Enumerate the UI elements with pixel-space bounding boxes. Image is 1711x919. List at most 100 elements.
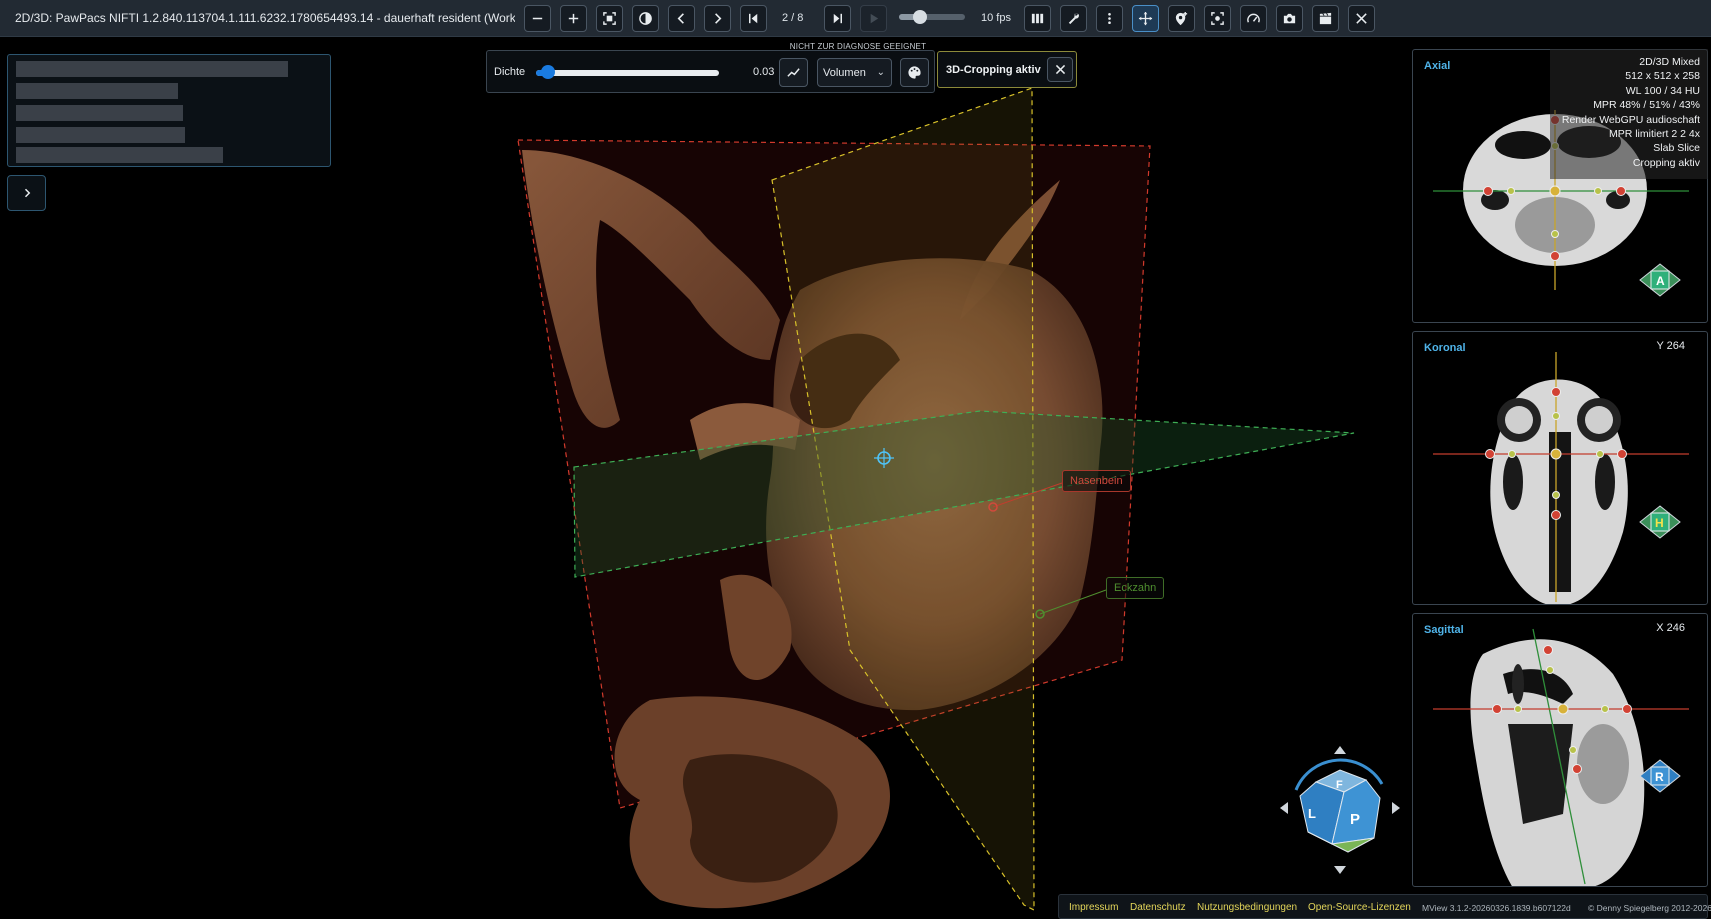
density-label: Dichte — [494, 66, 526, 78]
info-mode: 2D/3D Mixed — [1639, 56, 1700, 68]
color-palette-button[interactable] — [900, 58, 929, 87]
layout-button[interactable] — [1024, 5, 1051, 32]
fit-screen-icon — [603, 12, 616, 25]
annotate-button[interactable] — [1168, 5, 1195, 32]
sagittal-slice-image[interactable]: R — [1413, 614, 1708, 887]
lizenzen-link[interactable]: Open-Source-Lizenzen — [1308, 902, 1411, 913]
skip-start-icon — [749, 13, 758, 24]
coronal-marker-label: H — [1655, 516, 1664, 530]
chevron-right-icon — [715, 13, 722, 24]
pan-button[interactable] — [1132, 5, 1159, 32]
curve-icon — [787, 68, 800, 77]
palette-icon — [908, 66, 921, 79]
mpr-sagittal-panel[interactable]: R Sagittal X 246 — [1412, 613, 1708, 887]
mpr-coronal-panel[interactable]: H Koronal Y 264 — [1412, 331, 1708, 605]
contrast-icon — [639, 12, 652, 25]
marker-icon — [1175, 11, 1188, 26]
impressum-link[interactable]: Impressum — [1069, 902, 1118, 913]
cropping-label: 3D-Cropping aktiv — [946, 64, 1041, 76]
speed-slider-knob[interactable] — [913, 10, 928, 24]
mpr-sagittal-title: Sagittal — [1424, 624, 1464, 636]
annotation-label-nasenbein[interactable]: Nasenbein — [1062, 470, 1131, 492]
density-slider-knob[interactable] — [541, 65, 556, 79]
move-icon — [1138, 11, 1153, 26]
plus-icon — [568, 13, 579, 24]
play-icon — [870, 13, 879, 24]
info-mpr-percent: MPR 48% / 51% / 43% — [1593, 99, 1700, 112]
info-render-backend: Render WebGPU audioschaft — [1561, 113, 1700, 126]
copyright-label: © Denny Spiegelberg 2012-2026 — [1588, 903, 1711, 913]
axial-orientation-marker[interactable]: A — [1639, 263, 1681, 297]
cube-label-foot: F — [1336, 779, 1343, 791]
next-button[interactable] — [704, 5, 731, 32]
screenshot-button[interactable] — [1276, 5, 1303, 32]
datenschutz-link[interactable]: Datenschutz — [1130, 902, 1186, 913]
close-button[interactable] — [1348, 5, 1375, 32]
version-label: MView 3.1.2-20260326.1839.b607122d — [1422, 903, 1571, 913]
focus-icon — [1211, 12, 1224, 25]
columns-icon — [1031, 13, 1044, 24]
speed-slider[interactable] — [899, 10, 965, 24]
first-frame-button[interactable] — [740, 5, 767, 32]
gauge-icon — [1247, 13, 1260, 23]
minus-icon — [532, 17, 543, 20]
arrow-left-icon[interactable] — [1280, 802, 1288, 814]
video-button[interactable] — [1312, 5, 1339, 32]
zoom-out-button[interactable] — [524, 5, 551, 32]
info-mpr-limit: MPR limitiert 2 2 4x — [1608, 128, 1700, 141]
kebab-icon — [1108, 12, 1111, 25]
frame-counter: 2 / 8 — [782, 12, 804, 24]
arrow-up-icon[interactable] — [1334, 746, 1346, 754]
fps-label: 10 fps — [981, 12, 1011, 24]
focus-button[interactable] — [1204, 5, 1231, 32]
previous-button[interactable] — [668, 5, 695, 32]
wrench-icon — [1068, 13, 1079, 25]
info-dimensions: 512 x 512 x 258 — [1625, 70, 1700, 83]
info-slab: Slab Slice — [1653, 142, 1700, 155]
skip-end-icon — [833, 13, 842, 24]
more-button[interactable] — [1096, 5, 1123, 32]
nutzungsbedingungen-link[interactable]: Nutzungsbedingungen — [1197, 902, 1297, 913]
sagittal-marker-label: R — [1655, 770, 1664, 784]
volume-render-viewport[interactable] — [0, 37, 1400, 919]
density-slider[interactable] — [536, 65, 719, 79]
clapper-icon — [1319, 12, 1332, 25]
transfer-curve-button[interactable] — [779, 58, 808, 87]
sagittal-orientation-marker[interactable]: R — [1639, 759, 1681, 793]
disable-cropping-button[interactable] — [1047, 57, 1073, 82]
orientation-cube[interactable]: F L P — [1278, 746, 1402, 874]
info-cropping: Cropping aktiv — [1632, 156, 1700, 169]
close-icon — [1055, 64, 1065, 75]
last-frame-button[interactable] — [824, 5, 851, 32]
arrow-down-icon[interactable] — [1334, 866, 1346, 874]
fit-view-button[interactable] — [596, 5, 623, 32]
mpr-axial-title: Axial — [1424, 60, 1451, 72]
performance-button[interactable] — [1240, 5, 1267, 32]
density-toolbar: Dichte 0.03 Volumen ⌄ — [486, 50, 935, 93]
close-icon — [1356, 13, 1367, 24]
footer-bar: Impressum Datenschutz Nutzungsbedingunge… — [1058, 894, 1711, 919]
cube-label-posterior: P — [1350, 811, 1360, 828]
coronal-slice-image[interactable]: H — [1413, 332, 1708, 605]
cropping-status: 3D-Cropping aktiv — [937, 51, 1077, 88]
axial-marker-label: A — [1656, 274, 1665, 288]
top-toolbar: 2D/3D: PawPacs NIFTI 1.2.840.113704.1.11… — [0, 0, 1711, 37]
cube-label-left: L — [1308, 806, 1316, 821]
tools-button[interactable] — [1060, 5, 1087, 32]
window-title: 2D/3D: PawPacs NIFTI 1.2.840.113704.1.11… — [15, 11, 515, 25]
info-window-level: WL 100 / 34 HU — [1625, 84, 1700, 97]
density-value: 0.03 — [753, 66, 775, 78]
camera-icon — [1283, 13, 1296, 24]
contrast-button[interactable] — [632, 5, 659, 32]
render-mode-select[interactable]: Volumen ⌄ — [817, 58, 892, 87]
coronal-orientation-marker[interactable]: H — [1639, 505, 1681, 539]
render-info-overlay: 2D/3D Mixed 512 x 512 x 258 WL 100 / 34 … — [1550, 49, 1708, 179]
arrow-right-icon[interactable] — [1392, 802, 1400, 814]
annotation-label-eckzahn[interactable]: Eckzahn — [1106, 577, 1165, 599]
chevron-down-icon: ⌄ — [876, 67, 885, 78]
mpr-coronal-coord: Y 264 — [1656, 340, 1685, 352]
chevron-left-icon — [677, 13, 684, 24]
zoom-in-button[interactable] — [560, 5, 587, 32]
render-mode-value: Volumen — [823, 67, 866, 79]
play-button[interactable] — [860, 5, 887, 32]
